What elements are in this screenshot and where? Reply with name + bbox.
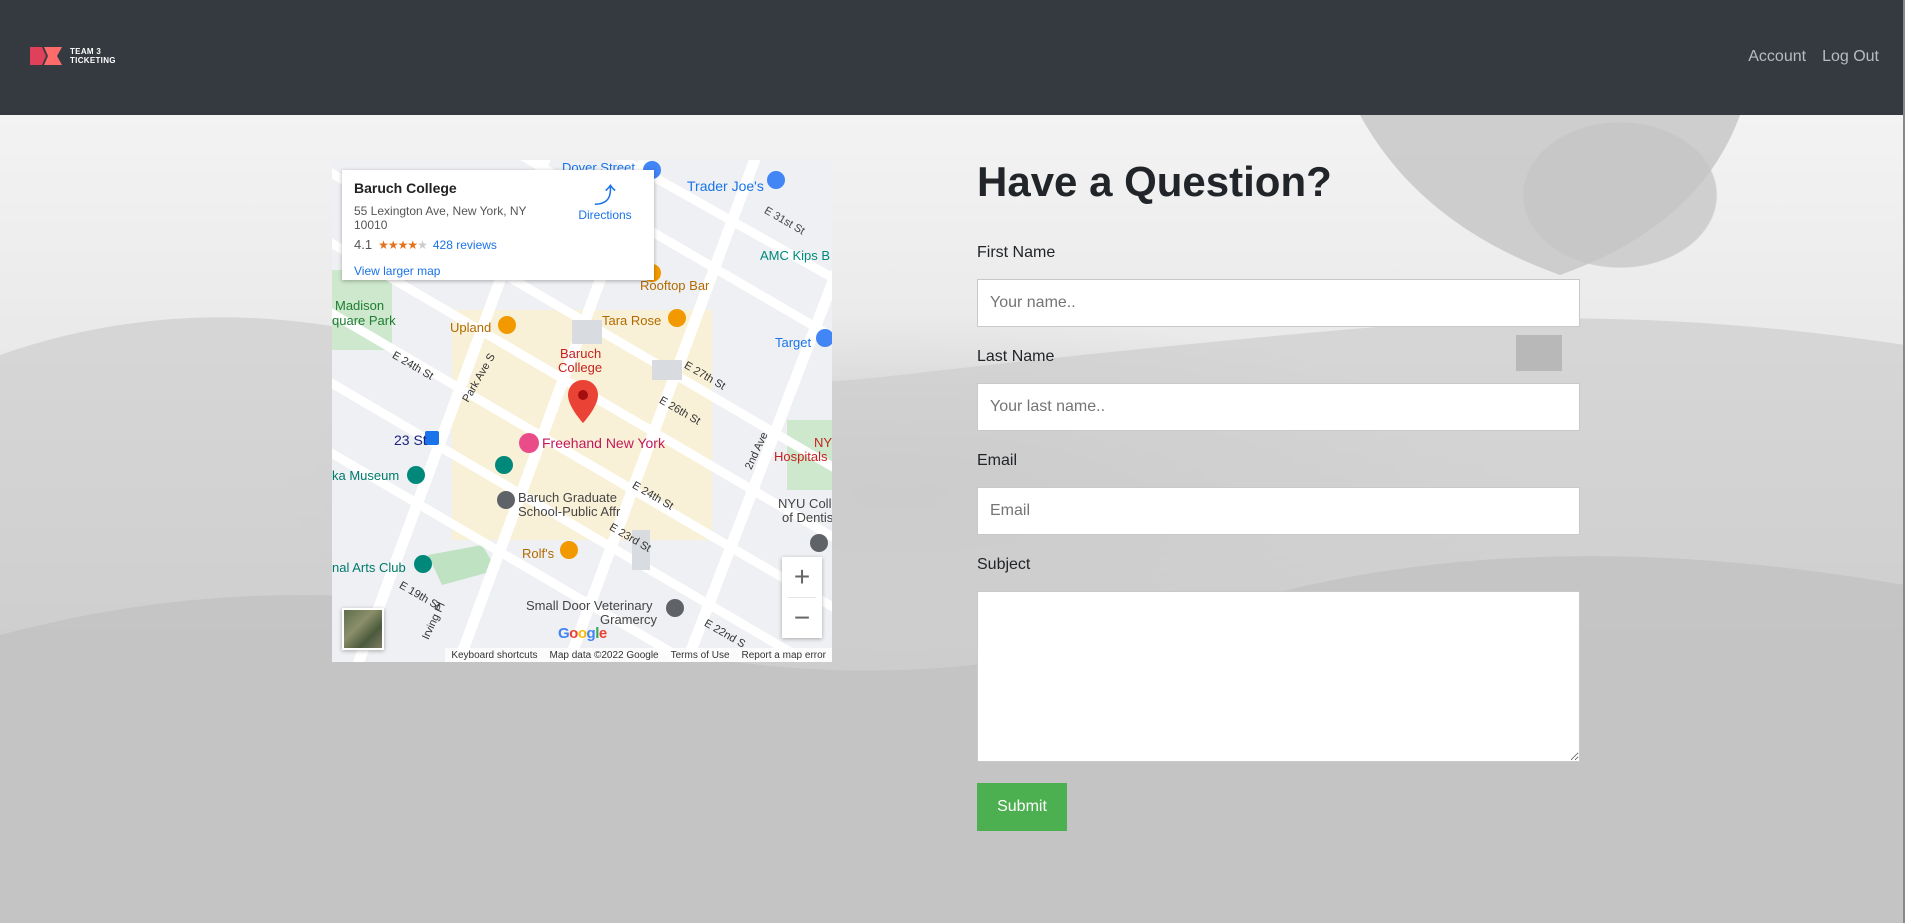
map-label-ny-hosp-2: Hospitals <box>774 449 828 464</box>
place-info-card: Baruch College 55 Lexington Ave, New Yor… <box>342 170 654 280</box>
ticket-logo-icon <box>30 47 62 65</box>
brand-logo[interactable]: TEAM 3 TICKETING <box>30 45 130 67</box>
zoom-control: + − <box>782 557 822 638</box>
map-label-baruch-grad-2: School-Public Affr <box>518 504 621 519</box>
map-label-rooftop: Rooftop Bar <box>640 278 710 293</box>
logo-line-1: TEAM 3 <box>70 47 102 56</box>
map-label-ny-hosp-1: NY <box>814 435 832 450</box>
map-label-vet-2: Gramercy <box>600 612 658 627</box>
map-label-target: Target <box>775 335 812 350</box>
map-label-arts-club: nal Arts Club <box>332 560 406 575</box>
zoom-in-button[interactable]: + <box>782 557 822 597</box>
map-label-baruch-grad-1: Baruch Graduate <box>518 490 618 505</box>
terms-link[interactable]: Terms of Use <box>671 650 730 661</box>
last-name-input[interactable] <box>977 383 1580 431</box>
keyboard-shortcuts-link[interactable]: Keyboard shortcuts <box>451 650 537 661</box>
background-photo <box>0 115 1905 923</box>
nav-logout-link[interactable]: Log Out <box>1822 48 1879 66</box>
place-name: Baruch College <box>354 180 457 196</box>
map-footer: Keyboard shortcuts Map data ©2022 Google… <box>445 648 832 662</box>
subject-label: Subject <box>977 556 1031 573</box>
first-name-label: First Name <box>977 244 1056 261</box>
directions-button[interactable]: ⤴ Directions <box>570 183 640 223</box>
embedded-google-map[interactable]: Dover Street Trader Joe's E 31st St AMC … <box>332 160 832 662</box>
map-label-traderjoes: Trader Joe's <box>687 178 764 194</box>
directions-label: Directions <box>578 208 632 222</box>
map-label-vet-1: Small Door Veterinary <box>526 598 653 613</box>
rating-value: 4.1 <box>354 237 373 252</box>
view-larger-map-link[interactable]: View larger map <box>354 264 440 278</box>
logo-line-2: TICKETING <box>70 56 116 65</box>
map-label-museum: ka Museum <box>332 468 400 483</box>
map-label-nyu-2: of Dentis <box>782 510 832 525</box>
map-label-amc: AMC Kips B <box>760 248 831 263</box>
map-label-rolfs: Rolf's <box>522 546 555 561</box>
last-name-label: Last Name <box>977 348 1055 365</box>
main-nav: Account Log Out <box>1748 48 1879 66</box>
email-input[interactable] <box>977 487 1580 535</box>
satellite-toggle[interactable] <box>342 608 384 650</box>
map-label-23st: 23 St <box>394 432 427 448</box>
map-label-square-park: quare Park <box>332 313 396 328</box>
first-name-input[interactable] <box>977 279 1580 327</box>
map-data-text: Map data ©2022 Google <box>549 649 659 661</box>
place-rating: 4.1 ★★★★★ 428 reviews <box>354 237 497 252</box>
zoom-out-button[interactable]: − <box>782 598 822 638</box>
nav-account-link[interactable]: Account <box>1748 48 1806 66</box>
background-hills <box>0 115 1905 923</box>
rating-stars-icon: ★★★★★ <box>378 237 428 252</box>
map-label-tararose: Tara Rose <box>602 313 662 328</box>
map-label-nyu-1: NYU Coll <box>778 496 832 511</box>
logo-text: TEAM 3 TICKETING <box>70 47 130 65</box>
submit-button[interactable]: Submit <box>977 783 1067 831</box>
page-title: Have a Question? <box>977 158 1332 205</box>
map-label-baruch-1: Baruch <box>560 346 602 361</box>
place-address: 55 Lexington Ave, New York, NY 10010 <box>354 204 527 232</box>
map-label-baruch-2: College <box>558 360 603 375</box>
report-error-link[interactable]: Report a map error <box>742 650 826 661</box>
email-label: Email <box>977 452 1018 469</box>
top-navbar: TEAM 3 TICKETING Account Log Out <box>0 0 1905 115</box>
map-label-freehand: Freehand New York <box>542 435 665 451</box>
subject-textarea[interactable] <box>977 591 1580 762</box>
directions-icon: ⤴ <box>593 183 616 208</box>
reviews-link[interactable]: 428 reviews <box>433 238 497 252</box>
google-logo: Google <box>558 625 607 642</box>
map-label-upland: Upland <box>450 320 492 335</box>
map-label-madison: Madison <box>335 298 385 313</box>
